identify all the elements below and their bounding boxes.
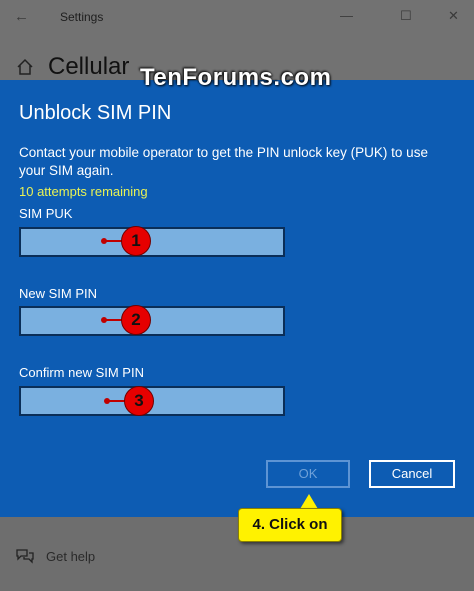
watermark: TenForums.com [140,64,332,91]
back-arrow-icon[interactable]: ← [14,8,29,25]
step-4-callout: 4. Click on [238,508,342,542]
step-marker-1: 1 [121,226,151,256]
dialog-title: Unblock SIM PIN [19,102,172,124]
get-help-link[interactable]: Get help [46,549,95,564]
cancel-button[interactable]: Cancel [369,460,455,488]
home-icon[interactable] [16,58,34,76]
unblock-sim-pin-dialog: Unblock SIM PIN Contact your mobile oper… [0,80,474,517]
attempts-remaining: 10 attempts remaining [19,184,148,199]
close-icon[interactable]: ✕ [448,8,459,24]
new-sim-pin-field[interactable] [19,306,285,336]
page-title: Cellular [48,53,130,80]
title-bar: ← Settings — ☐ ✕ [0,0,474,34]
ok-button[interactable]: OK [266,460,350,488]
minimize-icon[interactable]: — [340,8,353,23]
maximize-icon[interactable]: ☐ [400,8,412,24]
sim-puk-field[interactable] [19,227,285,257]
step-marker-3: 3 [124,386,154,416]
dialog-description: Contact your mobile operator to get the … [19,145,428,178]
step-marker-2: 2 [121,305,151,335]
callout-arrow [300,494,318,509]
sim-puk-label: SIM PUK [19,206,73,221]
confirm-sim-pin-label: Confirm new SIM PIN [19,365,144,380]
window-title: Settings [60,10,104,24]
new-sim-pin-label: New SIM PIN [19,286,98,301]
chat-bubbles-icon[interactable] [16,548,34,564]
